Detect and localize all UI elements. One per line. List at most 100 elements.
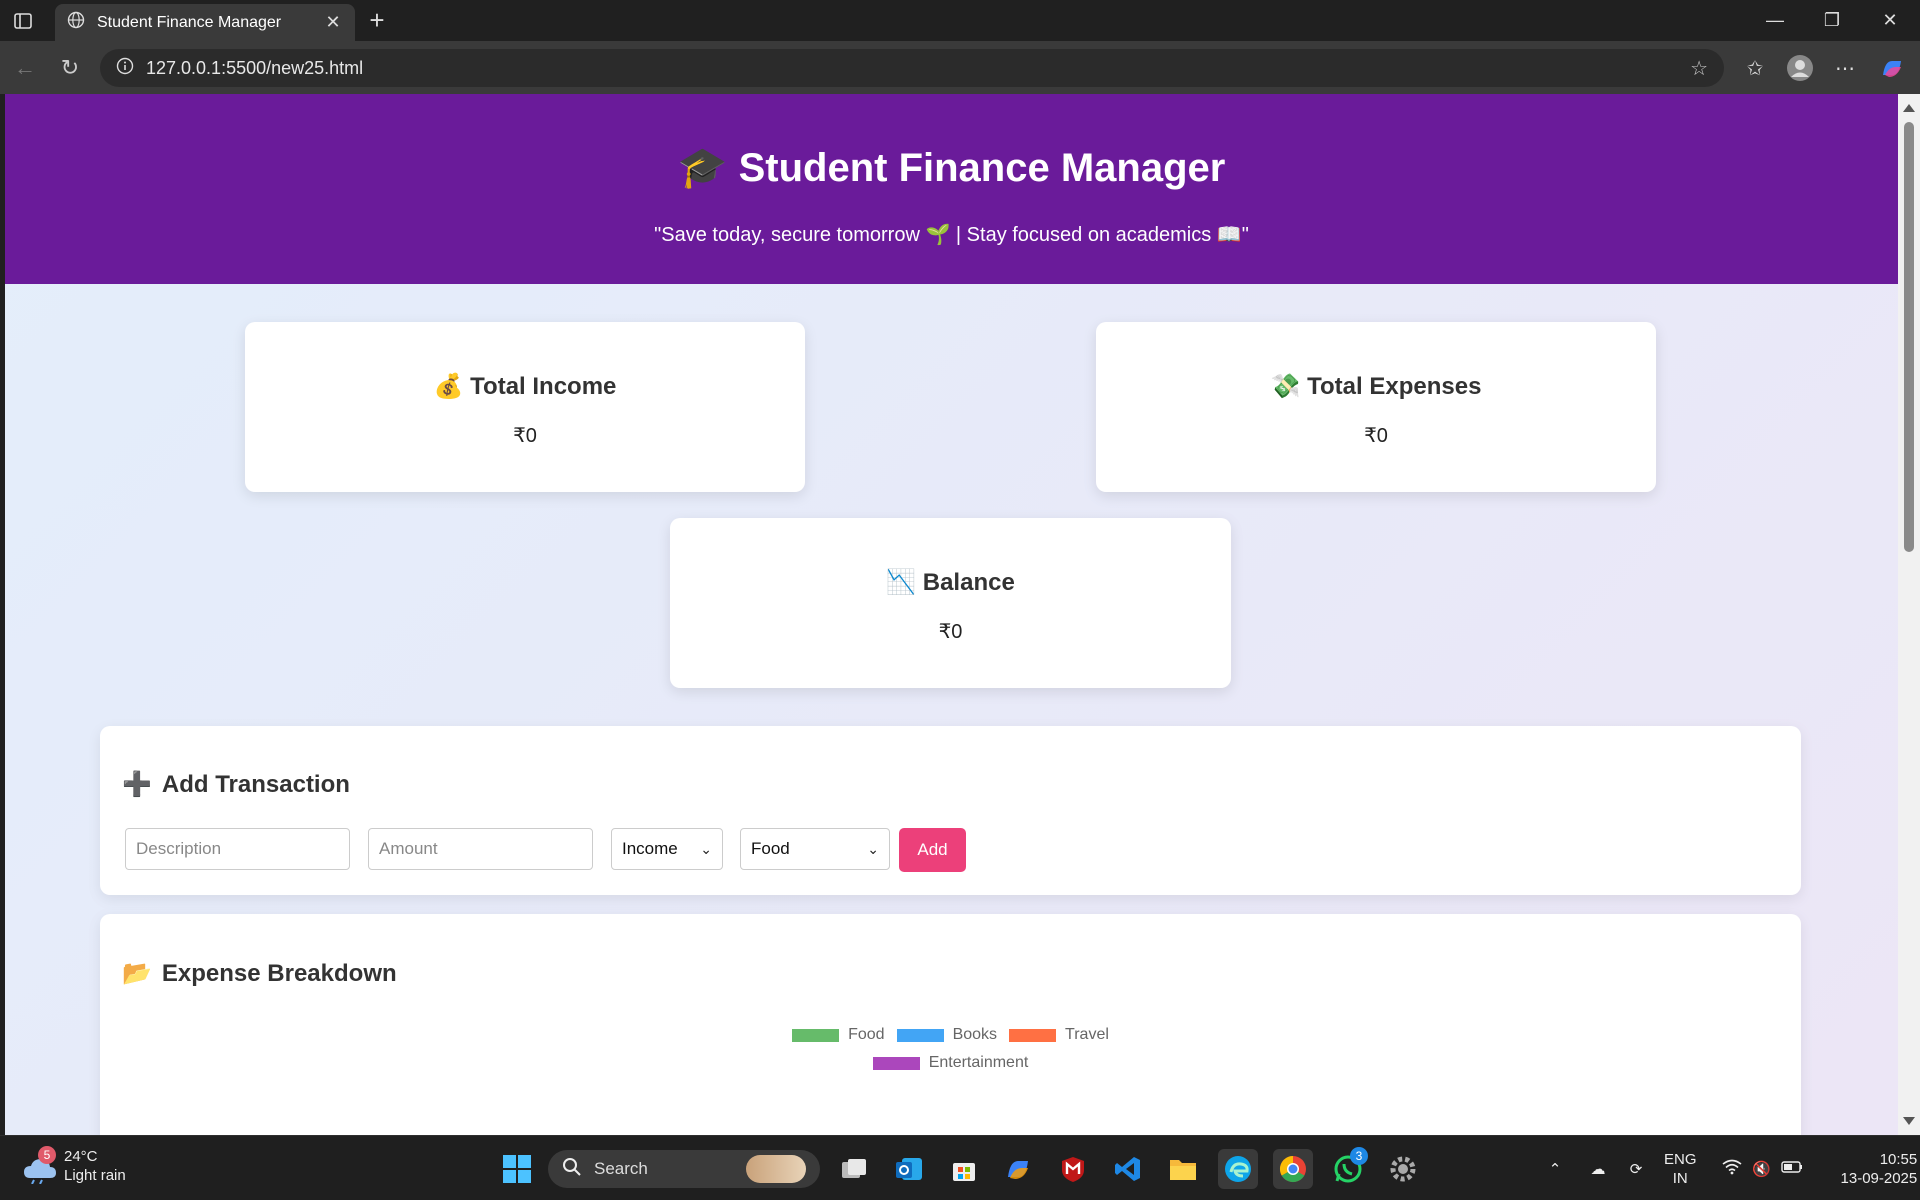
chevron-down-icon: ⌄ bbox=[700, 840, 712, 857]
language-indicator[interactable]: ENG IN bbox=[1664, 1150, 1697, 1188]
new-tab-icon[interactable]: + bbox=[364, 7, 390, 34]
site-info-icon[interactable] bbox=[116, 57, 134, 80]
clock[interactable]: 10:55 13-09-2025 bbox=[1841, 1150, 1918, 1188]
copilot-icon[interactable] bbox=[1877, 53, 1907, 83]
profile-avatar-icon[interactable] bbox=[1785, 53, 1815, 83]
windows-start-icon[interactable] bbox=[497, 1149, 537, 1189]
browser-tab-bar: Student Finance Manager ✕ + ― ❐ ✕ bbox=[0, 0, 1920, 41]
weather-widget[interactable]: 5 24°C Light rain bbox=[20, 1146, 126, 1186]
total-expenses-label: Total Expenses bbox=[1307, 373, 1482, 400]
onedrive-cloud-icon[interactable]: ☁ bbox=[1578, 1160, 1618, 1178]
legend-swatch-travel bbox=[1009, 1028, 1057, 1042]
restore-icon[interactable]: ❐ bbox=[1804, 0, 1860, 41]
outlook-icon[interactable] bbox=[889, 1149, 929, 1189]
money-bag-icon: 💰 bbox=[433, 373, 464, 400]
settings-gear-icon[interactable] bbox=[1383, 1149, 1423, 1189]
tab-close-icon[interactable]: ✕ bbox=[323, 12, 343, 33]
reload-icon[interactable]: ↻ bbox=[55, 53, 85, 83]
weather-badge: 5 bbox=[38, 1146, 56, 1164]
plus-icon: ➕ bbox=[122, 771, 152, 798]
expense-breakdown-panel: 📂 Expense Breakdown Food Books Travel En… bbox=[100, 914, 1801, 1135]
balance-value: ₹0 bbox=[938, 621, 963, 643]
total-income-title: 💰 Total Income bbox=[245, 372, 805, 401]
tab-title: Student Finance Manager bbox=[97, 13, 282, 31]
page-title: 🎓 Student Finance Manager bbox=[5, 144, 1898, 191]
type-select[interactable]: Income ⌄ bbox=[611, 828, 723, 870]
whatsapp-badge: 3 bbox=[1350, 1147, 1368, 1165]
address-bar[interactable]: 127.0.0.1:5500/new25.html ☆ bbox=[100, 49, 1724, 87]
category-select-value: Food bbox=[751, 839, 790, 858]
language-code: ENG bbox=[1664, 1150, 1697, 1168]
window-close-icon[interactable]: ✕ bbox=[1862, 0, 1918, 41]
clock-time: 10:55 bbox=[1879, 1150, 1918, 1168]
money-wings-icon: 💸 bbox=[1270, 373, 1301, 400]
page-viewport: 🎓 Student Finance Manager "Save today, s… bbox=[5, 94, 1898, 1135]
wifi-icon[interactable] bbox=[1717, 1159, 1747, 1179]
scroll-down-icon[interactable] bbox=[1903, 1117, 1915, 1125]
taskbar-search[interactable]: Search bbox=[548, 1150, 820, 1188]
microsoft-store-icon[interactable] bbox=[944, 1149, 984, 1189]
total-income-label: Total Income bbox=[470, 373, 617, 400]
favorite-star-icon[interactable]: ☆ bbox=[1690, 56, 1708, 81]
battery-icon[interactable] bbox=[1777, 1160, 1807, 1177]
weather-temp: 24°C bbox=[64, 1148, 98, 1165]
total-income-card: 💰 Total Income ₹0 bbox=[245, 322, 805, 492]
balance-title: 📉 Balance bbox=[670, 568, 1231, 597]
browser-tab[interactable]: Student Finance Manager ✕ bbox=[55, 4, 355, 41]
total-expenses-card: 💸 Total Expenses ₹0 bbox=[1096, 322, 1656, 492]
add-transaction-title: ➕ Add Transaction bbox=[122, 770, 350, 799]
page-scrollbar[interactable] bbox=[1898, 94, 1920, 1135]
clock-date: 13-09-2025 bbox=[1840, 1169, 1918, 1187]
vscode-icon[interactable] bbox=[1108, 1149, 1148, 1189]
chart-legend-row-1: Food Books Travel bbox=[100, 1026, 1801, 1044]
legend-item-entertainment[interactable]: Entertainment bbox=[872, 1054, 1029, 1072]
legend-item-food[interactable]: Food bbox=[792, 1026, 885, 1044]
favorites-icon[interactable]: ✩ bbox=[1740, 53, 1770, 83]
tray-overflow-chevron-icon[interactable]: ⌃ bbox=[1540, 1160, 1570, 1178]
minimize-icon[interactable]: ― bbox=[1747, 0, 1803, 41]
legend-label-books: Books bbox=[952, 1026, 998, 1043]
scroll-thumb[interactable] bbox=[1904, 122, 1914, 552]
legend-label-entertainment: Entertainment bbox=[928, 1054, 1029, 1071]
add-transaction-label: Add Transaction bbox=[161, 770, 350, 798]
legend-item-books[interactable]: Books bbox=[896, 1026, 998, 1044]
expense-breakdown-label: Expense Breakdown bbox=[161, 959, 397, 987]
scroll-up-icon[interactable] bbox=[1903, 104, 1915, 112]
page-tagline: "Save today, secure tomorrow 🌱 | Stay fo… bbox=[654, 224, 1249, 246]
copilot-app-icon[interactable] bbox=[998, 1149, 1038, 1189]
tab-actions-icon[interactable] bbox=[11, 9, 35, 33]
system-tray: ⌃ ☁ ⟳ ENG IN 🔇 10:55 13-09-2025 bbox=[1540, 1136, 1918, 1200]
volume-muted-icon[interactable]: 🔇 bbox=[1747, 1160, 1777, 1178]
chart-decreasing-icon: 📉 bbox=[886, 569, 917, 596]
edge-icon[interactable] bbox=[1218, 1149, 1258, 1189]
legend-swatch-entertainment bbox=[872, 1056, 920, 1070]
legend-item-travel[interactable]: Travel bbox=[1009, 1026, 1109, 1044]
balance-label: Balance bbox=[922, 569, 1015, 596]
back-icon[interactable]: ← bbox=[10, 53, 40, 83]
graduation-cap-icon: 🎓 bbox=[677, 146, 728, 190]
description-input[interactable]: Description bbox=[125, 828, 350, 870]
legend-label-food: Food bbox=[848, 1026, 885, 1043]
legend-swatch-food bbox=[792, 1028, 840, 1042]
search-label: Search bbox=[594, 1159, 648, 1178]
folder-icon: 📂 bbox=[122, 960, 152, 987]
sync-icon[interactable]: ⟳ bbox=[1620, 1160, 1652, 1178]
page-title-text: Student Finance Manager bbox=[738, 146, 1226, 190]
task-view-icon[interactable] bbox=[834, 1149, 874, 1189]
file-explorer-icon[interactable] bbox=[1163, 1149, 1203, 1189]
category-select[interactable]: Food ⌄ bbox=[740, 828, 890, 870]
expense-breakdown-title: 📂 Expense Breakdown bbox=[122, 959, 397, 988]
chrome-icon[interactable] bbox=[1273, 1149, 1313, 1189]
search-highlight-image bbox=[746, 1155, 806, 1183]
legend-swatch-books bbox=[896, 1028, 944, 1042]
amount-input[interactable]: Amount bbox=[368, 828, 593, 870]
whatsapp-icon[interactable]: 3 bbox=[1328, 1147, 1368, 1189]
balance-card: 📉 Balance ₹0 bbox=[670, 518, 1231, 688]
weather-cloud-icon: 5 bbox=[20, 1146, 60, 1186]
mcafee-icon[interactable] bbox=[1053, 1149, 1093, 1189]
more-menu-icon[interactable]: ⋯ bbox=[1830, 53, 1860, 83]
chart-legend-row-2: Entertainment bbox=[100, 1054, 1801, 1072]
total-income-value: ₹0 bbox=[513, 425, 537, 447]
weather-condition: Light rain bbox=[64, 1167, 126, 1184]
add-button[interactable]: Add bbox=[899, 828, 966, 872]
